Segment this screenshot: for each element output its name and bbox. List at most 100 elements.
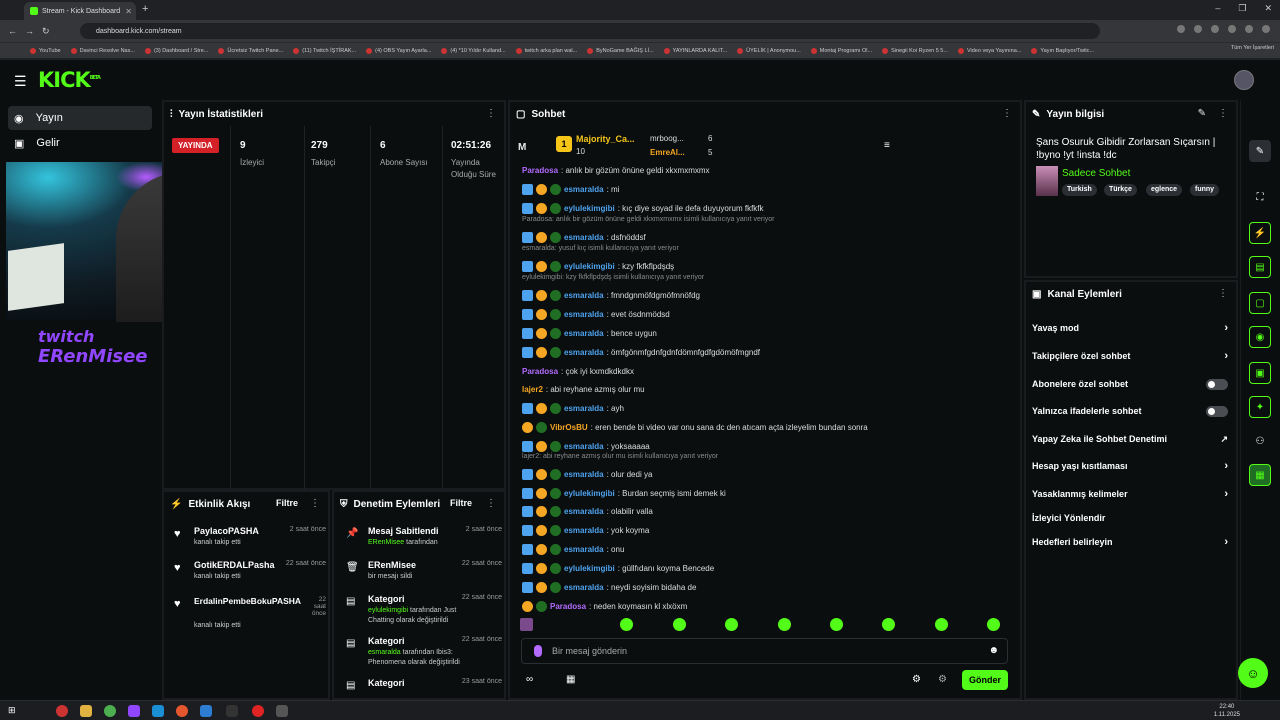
profile-icon[interactable] [1262, 25, 1270, 33]
channel-action-6[interactable]: Yasaklanmış kelimeler › [1032, 486, 1232, 502]
gear-icon[interactable]: ⚙ [912, 674, 921, 685]
toggle-switch[interactable] [1206, 378, 1228, 390]
follower-name[interactable]: PaylacoPASHA [194, 526, 259, 536]
tag[interactable]: Turkish [1062, 184, 1097, 196]
app-icon[interactable] [56, 705, 68, 717]
edit-icon[interactable]: ✎ [1249, 140, 1271, 162]
gifter-name[interactable]: mrboog... [650, 134, 684, 143]
mod-user[interactable]: esmaralda [368, 649, 401, 656]
back-icon[interactable]: ← [8, 26, 17, 36]
app-icon[interactable] [276, 705, 288, 717]
windows-start-icon[interactable]: ⊞ [8, 705, 20, 717]
chat-input[interactable]: Bir mesaj gönderin ☻ [521, 638, 1008, 664]
bookmark-item[interactable]: Montaj Programı Ol... [810, 47, 872, 54]
category-name[interactable]: Sadece Sohbet [1062, 168, 1130, 179]
points-icon[interactable]: ∞ [526, 674, 533, 685]
users-icon[interactable]: ⚇ [1249, 430, 1271, 452]
lightning-icon[interactable]: ⚡ [1249, 222, 1271, 244]
bookmark-item[interactable]: ÜYELİK | Anonymou... [737, 47, 801, 54]
chat-username[interactable]: eylulekimgibi [564, 489, 615, 498]
extension-icon[interactable] [1194, 25, 1202, 33]
filter-button[interactable]: Filtre [450, 498, 472, 508]
emote-icon[interactable] [725, 618, 739, 631]
app-icon[interactable] [176, 705, 188, 717]
more-icon[interactable]: ⋮ [486, 108, 496, 119]
close-tab-icon[interactable]: ✕ [125, 7, 132, 16]
chat-username[interactable]: eylulekimgibi [564, 564, 615, 573]
bookmark-item[interactable]: Video veya Yayınına... [957, 47, 1021, 54]
sidebar-item-yayin[interactable]: ◉ Yayın [8, 106, 152, 130]
bookmark-item[interactable]: Ücretsiz Twitch Pane... [218, 47, 283, 54]
emote-icon[interactable] [672, 618, 686, 631]
gifter-name[interactable]: Majority_Ca... [576, 134, 635, 144]
emote-icon[interactable] [830, 618, 843, 631]
mod-user[interactable]: eylulekimgibi [368, 607, 408, 614]
chat-username[interactable]: Paradosa [550, 602, 586, 611]
address-bar[interactable]: dashboard.kick.com/stream [80, 23, 1100, 39]
gifter-name[interactable]: EmreAl... [650, 148, 685, 157]
emote-icon[interactable] [620, 618, 634, 631]
sidebar-item-gelir[interactable]: ▣ Gelir [8, 131, 152, 155]
chat-username[interactable]: esmaralda [564, 329, 604, 338]
clapper-icon[interactable]: ▦ [1249, 464, 1271, 486]
menu-icon[interactable]: ☰ [14, 73, 27, 90]
follower-name[interactable]: ErdalinPembeBokuPASHA [194, 596, 301, 606]
channel-action-8[interactable]: Hedefleri belirleyin › [1032, 534, 1232, 550]
extension-icon[interactable] [1245, 25, 1253, 33]
steam-icon[interactable] [152, 705, 164, 717]
mod-user[interactable]: ERenMisee [368, 539, 404, 546]
forward-icon[interactable]: → [25, 26, 34, 36]
chat-username[interactable]: VibrOsBU [550, 423, 588, 432]
tag[interactable]: Türkçe [1104, 184, 1137, 196]
chat-username[interactable]: esmaralda [564, 526, 604, 535]
chat-username[interactable]: esmaralda [564, 185, 604, 194]
more-icon[interactable]: ⋮ [1218, 108, 1228, 119]
more-icon[interactable]: ⋮ [310, 498, 320, 509]
channel-action-0[interactable]: Yavaş mod › [1032, 320, 1232, 336]
bookmark-item[interactable]: Davinci Resolve Nas... [70, 47, 135, 54]
chat-username[interactable]: esmaralda [564, 442, 604, 451]
chat-username[interactable]: lajer2 [522, 385, 543, 394]
emote-icon[interactable] [520, 618, 533, 631]
bookmark-item[interactable]: Yayın Başlıyor/Twitc... [1031, 47, 1094, 54]
bookmark-item[interactable]: (11) Twitch İŞTİRAK... [293, 47, 356, 54]
expand-icon[interactable]: ⛶ [1249, 186, 1271, 208]
chat-username[interactable]: esmaralda [564, 310, 604, 319]
store-icon[interactable]: ▦ [566, 674, 575, 685]
wrench-icon[interactable]: ✦ [1249, 396, 1271, 418]
emote-icon[interactable] [777, 618, 791, 631]
app-icon[interactable] [200, 705, 212, 717]
emote-icon[interactable] [882, 618, 896, 631]
toggle-switch[interactable] [1206, 405, 1228, 417]
tag[interactable]: eglence [1146, 184, 1183, 196]
kick-logo[interactable]: KICKBETA [38, 68, 101, 92]
chat-username[interactable]: esmaralda [564, 583, 604, 592]
filter-button[interactable]: Filtre [276, 498, 298, 508]
channel-action-4[interactable]: Yapay Zeka ile Sohbet Denetimi ↗ [1032, 431, 1232, 447]
chat-username[interactable]: esmaralda [564, 404, 604, 413]
app-icon[interactable] [226, 705, 238, 717]
chat-icon[interactable]: ▢ [1249, 292, 1271, 314]
more-icon[interactable]: ⋮ [486, 498, 496, 509]
terminal-icon[interactable]: ▣ [1249, 362, 1271, 384]
extension-icon[interactable] [1177, 25, 1185, 33]
all-bookmarks[interactable]: Tüm Yer İşaretleri [1231, 45, 1274, 51]
chat-username[interactable]: esmaralda [564, 233, 604, 242]
bookmark-item[interactable]: twitch arka plan wal... [515, 47, 577, 54]
emoji-icon[interactable]: ☻ [988, 645, 999, 656]
emote-icon[interactable] [987, 618, 1001, 631]
channel-action-2[interactable]: Abonelere özel sohbet [1032, 376, 1232, 392]
help-button[interactable]: ☺ [1238, 658, 1268, 688]
filter-list-icon[interactable]: ≡ [884, 140, 890, 151]
avatar[interactable] [1234, 70, 1254, 90]
follower-name[interactable]: GotikERDALPasha [194, 560, 275, 570]
bookmark-item[interactable]: (4) OBS Yayın Ayarla... [366, 47, 431, 54]
channel-action-5[interactable]: Hesap yaşı kısıtlaması › [1032, 458, 1232, 474]
channel-action-1[interactable]: Takipçilere özel sohbet › [1032, 348, 1232, 364]
chat-username[interactable]: esmaralda [564, 545, 604, 554]
document-icon[interactable]: ▤ [1249, 256, 1271, 278]
maximize-icon[interactable]: ❐ [1238, 3, 1246, 14]
chat-username[interactable]: esmaralda [564, 291, 604, 300]
new-tab-icon[interactable]: + [142, 3, 148, 15]
chat-username[interactable]: eylulekimgibi [564, 204, 615, 213]
